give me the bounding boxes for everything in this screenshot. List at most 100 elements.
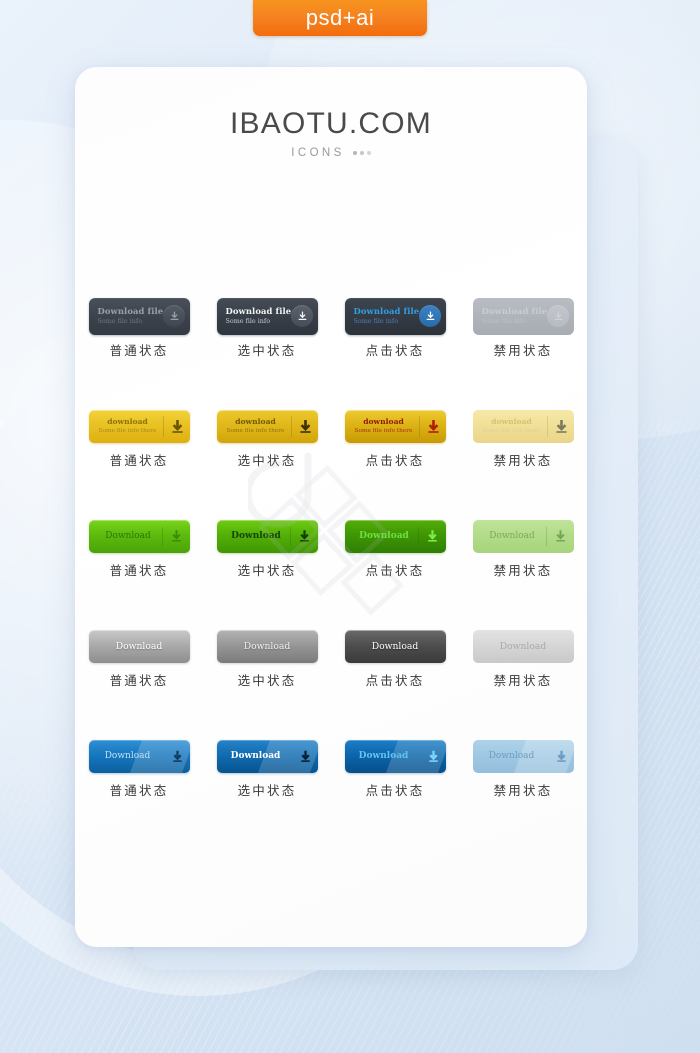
button-primary-label: Download file	[225, 306, 292, 317]
download-arrow-icon	[425, 529, 440, 543]
cell-yellow-disabled: download Some file info there 禁用状态	[459, 400, 587, 510]
download-button-silver-selected[interactable]: Download	[216, 629, 318, 663]
download-button-yellow-pressed[interactable]: download Some file info there	[344, 409, 446, 443]
cell-dark-pressed: Download file Some file info 点击状态	[331, 290, 459, 400]
cell-blue-pressed: Download 点击状态	[331, 730, 459, 840]
download-arrow-icon	[553, 529, 568, 543]
button-secondary-label: Some file info there	[354, 427, 413, 434]
download-arrow-icon	[165, 750, 190, 763]
cell-dark-disabled: Download file Some file info 禁用状态	[459, 290, 587, 400]
button-primary-label: Download	[243, 640, 291, 652]
button-secondary-label: Some file info	[353, 317, 399, 326]
state-label: 禁用状态	[493, 673, 553, 688]
button-divider	[162, 415, 164, 437]
download-circle-icon	[291, 305, 314, 327]
download-button-blue-pressed[interactable]: Download	[344, 739, 446, 773]
cell-green-selected: Download 选中状态	[203, 510, 331, 620]
button-primary-label: Download	[104, 751, 151, 761]
state-label: 选中状态	[237, 563, 297, 578]
button-grid: Download file Some file info 普通状态 Downlo…	[75, 290, 587, 840]
subtitle-dots-icon	[352, 151, 371, 155]
button-primary-label: Download	[115, 640, 163, 652]
cell-yellow-pressed: download Some file info there 点击状态	[331, 400, 459, 510]
state-label: 点击状态	[365, 563, 425, 578]
state-label: 禁用状态	[493, 783, 553, 798]
download-button-green-disabled: Download	[472, 519, 574, 553]
page-title: IBAOTU.COM	[229, 107, 432, 140]
download-button-dark-normal[interactable]: Download file Some file info	[88, 297, 190, 335]
download-button-silver-normal[interactable]: Download	[88, 629, 190, 663]
state-label: 选中状态	[237, 783, 297, 798]
download-button-dark-disabled: Download file Some file info	[472, 297, 574, 335]
button-divider	[161, 526, 163, 546]
button-divider	[290, 415, 292, 437]
download-button-blue-normal[interactable]: Download	[88, 739, 190, 773]
button-row-silver: Download 普通状态 Download 选中状态 Download 点击状…	[75, 620, 587, 730]
state-label: 点击状态	[365, 343, 425, 358]
button-primary-label: Download	[358, 751, 409, 761]
button-secondary-label: Some file info there	[226, 427, 285, 434]
button-secondary-label: Some file info	[97, 317, 143, 326]
button-secondary-label: Some file info	[225, 317, 271, 326]
button-row-dark: Download file Some file info 普通状态 Downlo…	[75, 290, 587, 400]
button-divider	[417, 526, 419, 546]
state-label: 禁用状态	[493, 453, 553, 468]
button-primary-label: Download	[488, 751, 535, 761]
button-row-blue: Download 普通状态 Download 选中状态 Download 点击状…	[75, 730, 587, 840]
state-label: 禁用状态	[493, 343, 553, 358]
download-button-silver-pressed[interactable]: Download	[344, 629, 446, 663]
button-primary-label: download	[235, 416, 276, 426]
cell-blue-selected: Download 选中状态	[203, 730, 331, 840]
button-divider	[418, 415, 420, 437]
download-button-yellow-normal[interactable]: download Some file info there	[88, 409, 190, 443]
download-button-blue-selected[interactable]: Download	[216, 739, 318, 773]
button-row-yellow: download Some file info there 普通状态 downl…	[75, 400, 587, 510]
cell-yellow-normal: download Some file info there 普通状态	[75, 400, 203, 510]
state-label: 普通状态	[109, 343, 169, 358]
button-primary-label: Download	[359, 531, 409, 541]
button-secondary-label: Some file info	[481, 317, 527, 326]
state-label: 选中状态	[237, 453, 297, 468]
state-label: 选中状态	[237, 343, 297, 358]
button-primary-label: download	[107, 416, 148, 426]
download-button-dark-selected[interactable]: Download file Some file info	[216, 297, 318, 335]
button-primary-label: Download	[489, 531, 535, 541]
button-primary-label: Download file	[353, 306, 420, 317]
button-divider	[289, 526, 291, 546]
format-badge: psd+ai	[253, 0, 427, 36]
button-primary-label: Download	[230, 751, 281, 761]
cell-silver-normal: Download 普通状态	[75, 620, 203, 730]
download-button-yellow-selected[interactable]: download Some file info there	[216, 409, 318, 443]
download-button-yellow-disabled: download Some file info there	[472, 409, 574, 443]
cell-silver-selected: Download 选中状态	[203, 620, 331, 730]
button-primary-label: Download	[105, 531, 151, 541]
download-button-green-pressed[interactable]: Download	[344, 519, 446, 553]
button-divider	[545, 526, 547, 546]
cell-blue-normal: Download 普通状态	[75, 730, 203, 840]
cell-silver-pressed: Download 点击状态	[331, 620, 459, 730]
cell-green-normal: Download 普通状态	[75, 510, 203, 620]
button-primary-label: Download	[499, 640, 547, 652]
cell-blue-disabled: Download 禁用状态	[459, 730, 587, 840]
download-button-silver-disabled: Download	[472, 629, 574, 663]
state-label: 普通状态	[109, 783, 169, 798]
download-circle-icon	[547, 305, 570, 327]
download-arrow-icon	[169, 529, 184, 543]
cell-silver-disabled: Download 禁用状态	[459, 620, 587, 730]
cell-green-disabled: Download 禁用状态	[459, 510, 587, 620]
download-arrow-icon	[293, 750, 318, 763]
download-button-green-selected[interactable]: Download	[216, 519, 318, 553]
download-arrow-icon	[549, 750, 574, 763]
download-circle-icon	[163, 305, 186, 327]
state-label: 点击状态	[365, 453, 425, 468]
download-button-dark-pressed[interactable]: Download file Some file info	[344, 297, 446, 335]
download-button-green-normal[interactable]: Download	[88, 519, 190, 553]
download-button-blue-disabled: Download	[472, 739, 574, 773]
download-arrow-icon	[169, 419, 186, 434]
page-subtitle-text: ICONS	[291, 147, 345, 159]
format-badge-label: psd+ai	[305, 5, 375, 30]
state-label: 普通状态	[109, 563, 169, 578]
state-label: 选中状态	[237, 673, 297, 688]
download-arrow-icon	[553, 419, 570, 434]
button-row-green: Download 普通状态 Download 选中状态 Download 点击状…	[75, 510, 587, 620]
